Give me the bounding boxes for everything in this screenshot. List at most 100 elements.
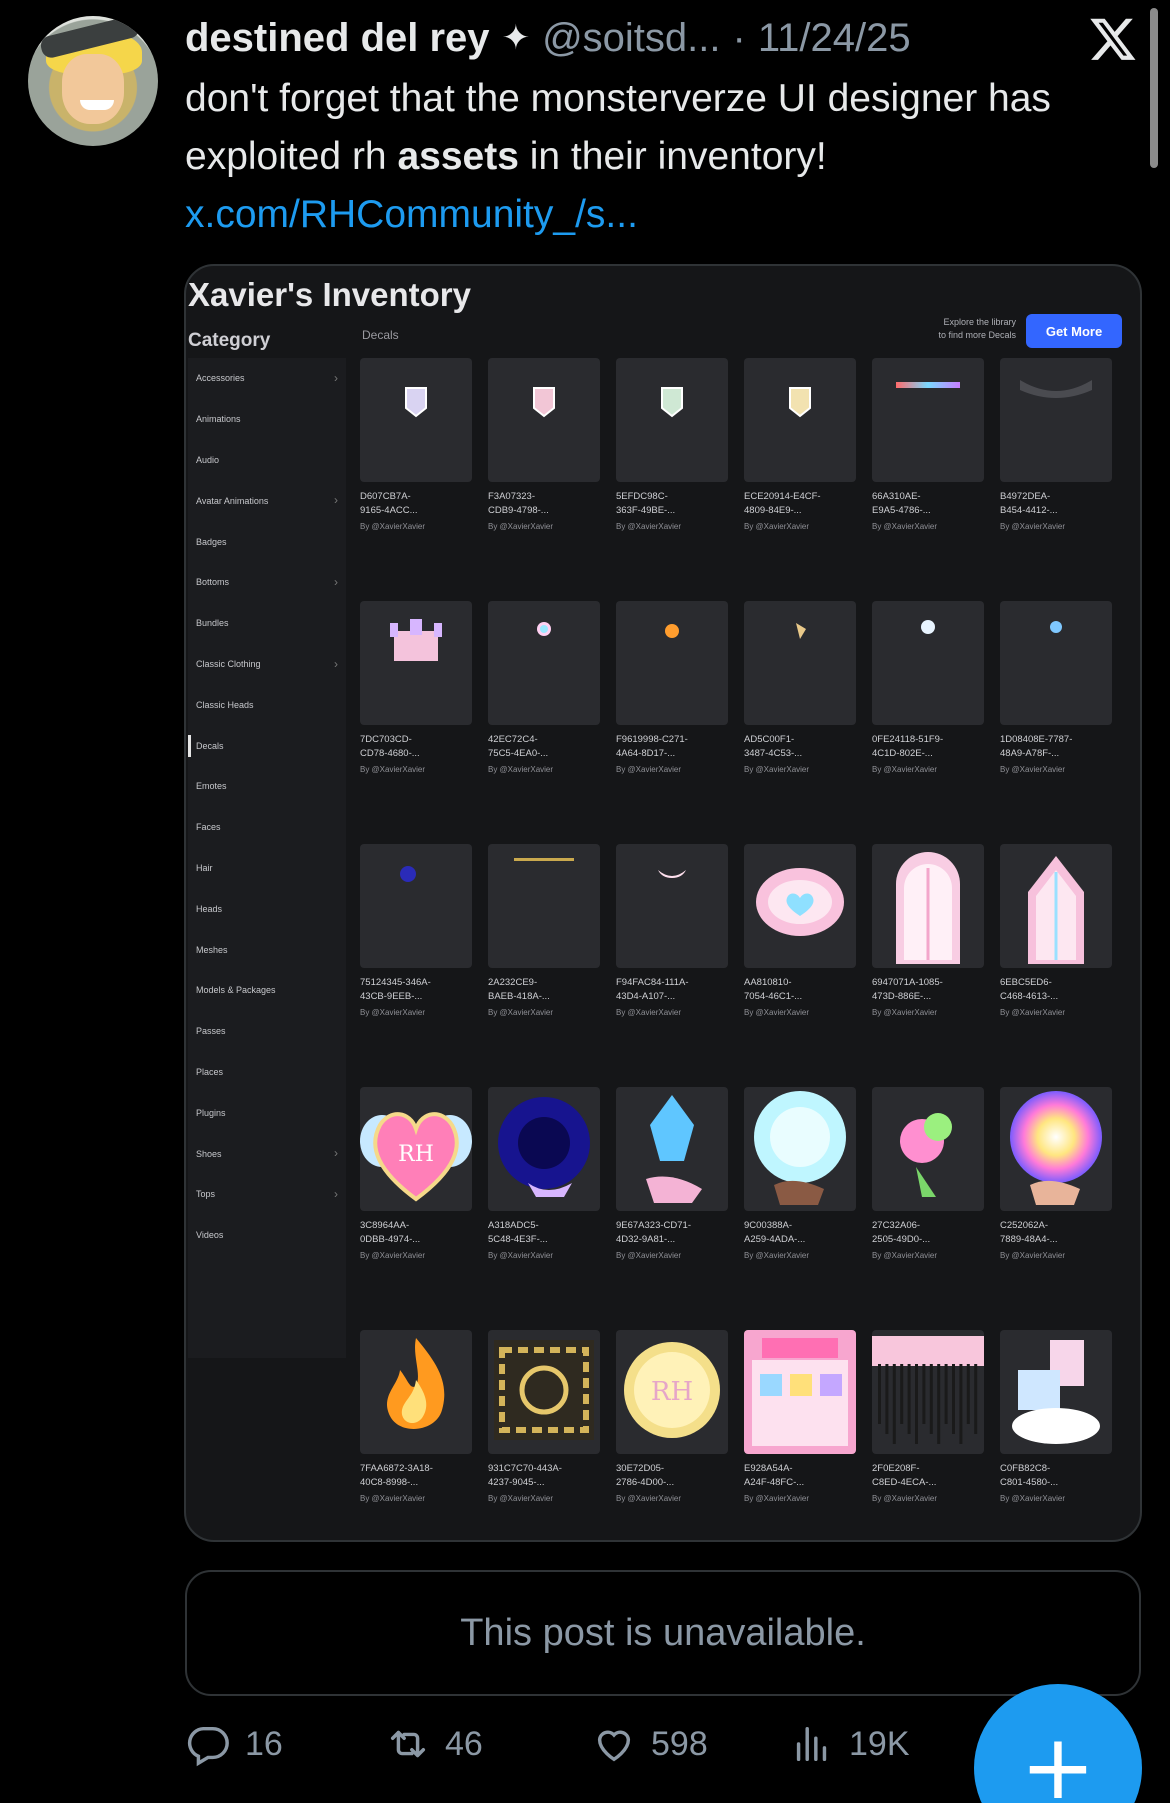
decal-card[interactable]: 5EFDC98C- 363F-49BE-... By @XavierXavier (616, 358, 728, 601)
decal-card[interactable]: A318ADC5- 5C48-4E3F-... By @XavierXavier (488, 1087, 600, 1330)
decal-creator[interactable]: By @XavierXavier (1000, 522, 1112, 531)
decal-thumbnail[interactable] (616, 844, 728, 968)
sidebar-item[interactable]: Animations (188, 399, 346, 440)
sidebar-item[interactable]: Avatar Animations › (188, 480, 346, 521)
decal-thumbnail[interactable] (744, 601, 856, 725)
decal-creator[interactable]: By @XavierXavier (616, 765, 728, 774)
decal-thumbnail[interactable] (616, 358, 728, 482)
decal-creator[interactable]: By @XavierXavier (488, 1251, 600, 1260)
decal-card[interactable]: 9C00388A- A259-4ADA-... By @XavierXavier (744, 1087, 856, 1330)
decal-thumbnail[interactable] (488, 358, 600, 482)
sidebar-item[interactable]: Hair (188, 848, 346, 889)
decal-card[interactable]: 9E67A323-CD71- 4D32-9A81-... By @XavierXav… (616, 1087, 728, 1330)
decal-creator[interactable]: By @XavierXavier (744, 522, 856, 531)
decal-thumbnail[interactable] (360, 1330, 472, 1454)
reply-button[interactable]: 16 (185, 1712, 283, 1776)
decal-creator[interactable]: By @XavierXavier (744, 1494, 856, 1503)
decal-creator[interactable]: By @XavierXavier (616, 1251, 728, 1260)
get-more-button[interactable]: Get More (1026, 314, 1122, 348)
decal-thumbnail[interactable] (1000, 601, 1112, 725)
sidebar-item[interactable]: Faces (188, 807, 346, 848)
sidebar-item[interactable]: Videos (188, 1215, 346, 1256)
sidebar-item[interactable]: Models & Packages (188, 970, 346, 1011)
sidebar-item[interactable]: Tops › (188, 1174, 346, 1215)
decal-card[interactable]: F9619998-C271- 4A64-8D17-... By @XavierXav… (616, 601, 728, 844)
sidebar-item[interactable]: Audio (188, 440, 346, 481)
decal-thumbnail[interactable] (488, 844, 600, 968)
decal-creator[interactable]: By @XavierXavier (872, 1251, 984, 1260)
decal-card[interactable]: 7DC703CD- CD78-4680-... By @XavierXavier (360, 601, 472, 844)
decal-thumbnail[interactable] (872, 1087, 984, 1211)
decal-thumbnail[interactable] (616, 601, 728, 725)
decal-card[interactable]: 7FAA6872-3A18- 40C8-8998-... By @XavierXav… (360, 1330, 472, 1540)
scrollbar[interactable] (1150, 8, 1158, 168)
decal-card[interactable]: 2A232CE9- BAEB-418A-... By @XavierXavier (488, 844, 600, 1087)
sidebar-item[interactable]: Bundles (188, 603, 346, 644)
decal-creator[interactable]: By @XavierXavier (616, 1494, 728, 1503)
decal-thumbnail[interactable] (360, 844, 472, 968)
like-button[interactable]: 598 (591, 1712, 708, 1776)
decal-card[interactable]: 6EBC5ED6- C468-4613-... By @XavierXavier (1000, 844, 1112, 1087)
compose-button[interactable]: + (974, 1684, 1142, 1803)
sidebar-item[interactable]: Badges (188, 521, 346, 562)
decal-creator[interactable]: By @XavierXavier (1000, 1494, 1112, 1503)
decal-creator[interactable]: By @XavierXavier (1000, 1251, 1112, 1260)
decal-card[interactable]: 2F0E208F- C8ED-4ECA-... By @XavierXavier (872, 1330, 984, 1540)
decal-creator[interactable]: By @XavierXavier (616, 522, 728, 531)
attached-image[interactable]: Xavier's Inventory Category Decals Explo… (184, 264, 1142, 1542)
decal-card[interactable]: 931C7C70-443A- 4237-9045-... By @XavierXav… (488, 1330, 600, 1540)
decal-card[interactable]: RH 30E72D05- 2786-4D00-... By @XavierXavier (616, 1330, 728, 1540)
decal-thumbnail[interactable] (360, 601, 472, 725)
views-button[interactable]: 19K (789, 1712, 910, 1776)
sidebar-item[interactable]: Emotes (188, 766, 346, 807)
repost-button[interactable]: 46 (385, 1712, 483, 1776)
decal-thumbnail[interactable] (616, 1087, 728, 1211)
decal-creator[interactable]: By @XavierXavier (488, 765, 600, 774)
x-logo-icon[interactable] (1088, 14, 1138, 64)
decal-card[interactable]: C252062A- 7889-48A4-... By @XavierXavier (1000, 1087, 1112, 1330)
decal-thumbnail[interactable] (872, 844, 984, 968)
sidebar-item[interactable]: Bottoms › (188, 562, 346, 603)
decal-thumbnail[interactable] (1000, 1087, 1112, 1211)
decal-card[interactable]: D607CB7A- 9165-4ACC... By @XavierXavier (360, 358, 472, 601)
decal-creator[interactable]: By @XavierXavier (488, 1008, 600, 1017)
decal-creator[interactable]: By @XavierXavier (872, 765, 984, 774)
decal-card[interactable]: 1D08408E-7787- 48A9-A78F-... By @XavierXav… (1000, 601, 1112, 844)
decal-card[interactable]: F3A07323- CDB9-4798-... By @XavierXavier (488, 358, 600, 601)
decal-creator[interactable]: By @XavierXavier (360, 1494, 472, 1503)
sidebar-item[interactable]: Places (188, 1052, 346, 1093)
sidebar-item[interactable]: Heads (188, 888, 346, 929)
decal-card[interactable]: 6947071A-1085- 473D-886E-... By @XavierXav… (872, 844, 984, 1087)
decal-creator[interactable]: By @XavierXavier (1000, 1008, 1112, 1017)
decal-thumbnail[interactable] (360, 358, 472, 482)
sidebar-item[interactable]: Passes (188, 1011, 346, 1052)
decal-card[interactable]: AD5C00F1- 3487-4C53-... By @XavierXavier (744, 601, 856, 844)
decal-card[interactable]: 0FE24118-51F9- 4C1D-802E-... By @XavierXav… (872, 601, 984, 844)
decal-card[interactable]: 66A310AE- E9A5-4786-... By @XavierXavier (872, 358, 984, 601)
sidebar-item[interactable]: Classic Clothing › (188, 644, 346, 685)
decal-thumbnail[interactable] (1000, 844, 1112, 968)
decal-creator[interactable]: By @XavierXavier (360, 522, 472, 531)
author-handle[interactable]: @soitsd... (542, 16, 720, 61)
sidebar-item[interactable]: Plugins (188, 1092, 346, 1133)
decal-thumbnail[interactable] (744, 358, 856, 482)
decal-thumbnail[interactable] (872, 601, 984, 725)
decal-card[interactable]: F94FAC84-111A- 43D4-A107-... By @XavierXav… (616, 844, 728, 1087)
decal-card[interactable]: E928A54A- A24F-48FC-... By @XavierXavier (744, 1330, 856, 1540)
sidebar-item[interactable]: Accessories › (188, 358, 346, 399)
decal-creator[interactable]: By @XavierXavier (360, 1251, 472, 1260)
decal-thumbnail[interactable] (488, 601, 600, 725)
decal-card[interactable]: RH 3C8964AA- 0DBB-4974-... By @XavierXavier (360, 1087, 472, 1330)
decal-creator[interactable]: By @XavierXavier (872, 522, 984, 531)
decal-card[interactable]: 75124345-346A- 43CB-9EEB-... By @XavierXav… (360, 844, 472, 1087)
decal-creator[interactable]: By @XavierXavier (616, 1008, 728, 1017)
decal-thumbnail[interactable] (872, 1330, 984, 1454)
sidebar-item[interactable]: Shoes › (188, 1133, 346, 1174)
decal-creator[interactable]: By @XavierXavier (360, 1008, 472, 1017)
decal-thumbnail[interactable] (872, 358, 984, 482)
decal-thumbnail[interactable] (744, 1330, 856, 1454)
decal-creator[interactable]: By @XavierXavier (488, 1494, 600, 1503)
decal-creator[interactable]: By @XavierXavier (872, 1494, 984, 1503)
decal-creator[interactable]: By @XavierXavier (744, 765, 856, 774)
sidebar-item[interactable]: Decals (188, 725, 346, 766)
